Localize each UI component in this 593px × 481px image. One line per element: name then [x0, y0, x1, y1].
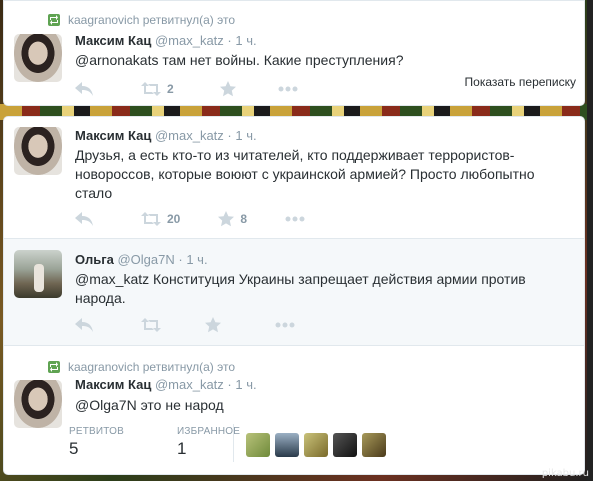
retweet-count: 20 [167, 212, 181, 226]
favorite-count: 8 [240, 212, 248, 226]
retweeter-avatar[interactable] [333, 433, 357, 457]
retweet-button[interactable]: 2 [141, 82, 174, 96]
more-icon [285, 216, 305, 222]
retweet-icon [141, 318, 161, 332]
retweeted-by-text[interactable]: kaagranovich ретвитнул(а) это [68, 13, 235, 27]
tweet-header: Максим Кац @max_katz · 1 ч. [75, 33, 257, 48]
tweet-actions: 20 8 [75, 211, 333, 227]
reply-icon [75, 212, 93, 226]
tweet-2[interactable]: Максим Кац @max_katz · 1 ч. Друзья, а ес… [4, 117, 584, 238]
retweet-badge-icon [48, 361, 60, 373]
author-name[interactable]: Ольга [75, 252, 114, 267]
author-handle[interactable]: @max_katz [155, 33, 224, 48]
favorite-button[interactable] [219, 81, 236, 97]
tweet-text: @max_katz Конституция Украины запрещает … [75, 271, 526, 306]
tweet-text: Друзья, а есть кто-то из читателей, кто … [75, 147, 535, 201]
author-name[interactable]: Максим Кац [75, 33, 151, 48]
background-edge [587, 0, 593, 481]
show-conversation-link[interactable]: Показать переписку [465, 75, 576, 89]
retweeted-by-text[interactable]: kaagranovich ретвитнул(а) это [68, 360, 235, 374]
tweet-text: @Olga7N это не народ [75, 397, 224, 413]
favorite-icon [218, 211, 235, 227]
favorites-value: 1 [177, 439, 187, 458]
favorites-label: ИЗБРАННОЕ [177, 426, 241, 437]
retweets-label: РЕТВИТОВ [69, 426, 125, 437]
tweet-text: @arnonakats там нет войны. Какие преступ… [75, 52, 404, 68]
more-icon [275, 322, 295, 328]
reply-button[interactable] [75, 82, 93, 96]
tweet-stats: РЕТВИТОВ 5 ИЗБРАННОЕ 1 [69, 426, 268, 459]
retweeter-avatar[interactable] [246, 433, 270, 457]
timestamp[interactable]: 1 ч. [235, 377, 256, 392]
author-handle[interactable]: @max_katz [155, 377, 224, 392]
retweet-badge-icon [48, 14, 60, 26]
author-name[interactable]: Максим Кац [75, 128, 151, 143]
timestamp[interactable]: 1 ч. [235, 128, 256, 143]
more-button[interactable] [285, 216, 305, 222]
retweeter-avatar[interactable] [275, 433, 299, 457]
retweet-count: 2 [167, 82, 174, 96]
reply-button[interactable] [75, 318, 93, 332]
reply-icon [75, 82, 93, 96]
tweet-header: Ольга @Olga7N · 1 ч. [75, 252, 208, 267]
more-icon [278, 86, 298, 92]
conversation-card: Максим Кац @max_katz · 1 ч. Друзья, а ес… [3, 116, 585, 475]
reply-icon [75, 318, 93, 332]
retweeter-avatar[interactable] [362, 433, 386, 457]
watermark: pikabu.ru [541, 468, 589, 479]
avatar[interactable] [14, 127, 62, 175]
favorites-stat[interactable]: ИЗБРАННОЕ 1 [177, 426, 240, 459]
tweet-card-1[interactable]: kaagranovich ретвитнул(а) это Максим Кац… [3, 0, 585, 106]
tweet-actions: 2 [75, 81, 326, 97]
retweeter-avatars [246, 433, 391, 457]
more-button[interactable] [278, 86, 298, 92]
timestamp[interactable]: 1 ч. [235, 33, 256, 48]
retweet-icon [141, 212, 161, 226]
author-name[interactable]: Максим Кац [75, 377, 151, 392]
favorite-button[interactable]: 8 [218, 211, 247, 227]
separator: · [227, 377, 232, 392]
tweet-3-reply[interactable]: Ольга @Olga7N · 1 ч. @max_katz Конституц… [4, 238, 584, 346]
retweet-context: kaagranovich ретвитнул(а) это [48, 13, 235, 27]
retweets-stat[interactable]: РЕТВИТОВ 5 [69, 426, 149, 459]
tweet-header: Максим Кац @max_katz · 1 ч. [75, 377, 257, 392]
retweet-icon [141, 82, 161, 96]
retweet-button[interactable]: 20 [141, 212, 180, 226]
retweeter-avatar[interactable] [304, 433, 328, 457]
reply-button[interactable] [75, 212, 93, 226]
avatar[interactable] [14, 250, 62, 298]
tweet-actions [75, 317, 323, 333]
timestamp[interactable]: 1 ч. [186, 252, 207, 267]
retweet-context: kaagranovich ретвитнул(а) это [48, 360, 235, 374]
more-button[interactable] [275, 322, 295, 328]
retweet-button[interactable] [141, 318, 161, 332]
author-handle[interactable]: @Olga7N [117, 252, 174, 267]
separator: · [227, 128, 232, 143]
favorite-button[interactable] [205, 317, 221, 333]
favorite-icon [219, 81, 236, 97]
stats-divider [233, 424, 234, 462]
separator: · [178, 252, 183, 267]
separator: · [227, 33, 232, 48]
favorite-icon [205, 317, 221, 333]
avatar[interactable] [14, 34, 62, 82]
tweet-header: Максим Кац @max_katz · 1 ч. [75, 128, 257, 143]
retweets-value: 5 [69, 439, 79, 458]
author-handle[interactable]: @max_katz [155, 128, 224, 143]
avatar[interactable] [14, 380, 62, 428]
